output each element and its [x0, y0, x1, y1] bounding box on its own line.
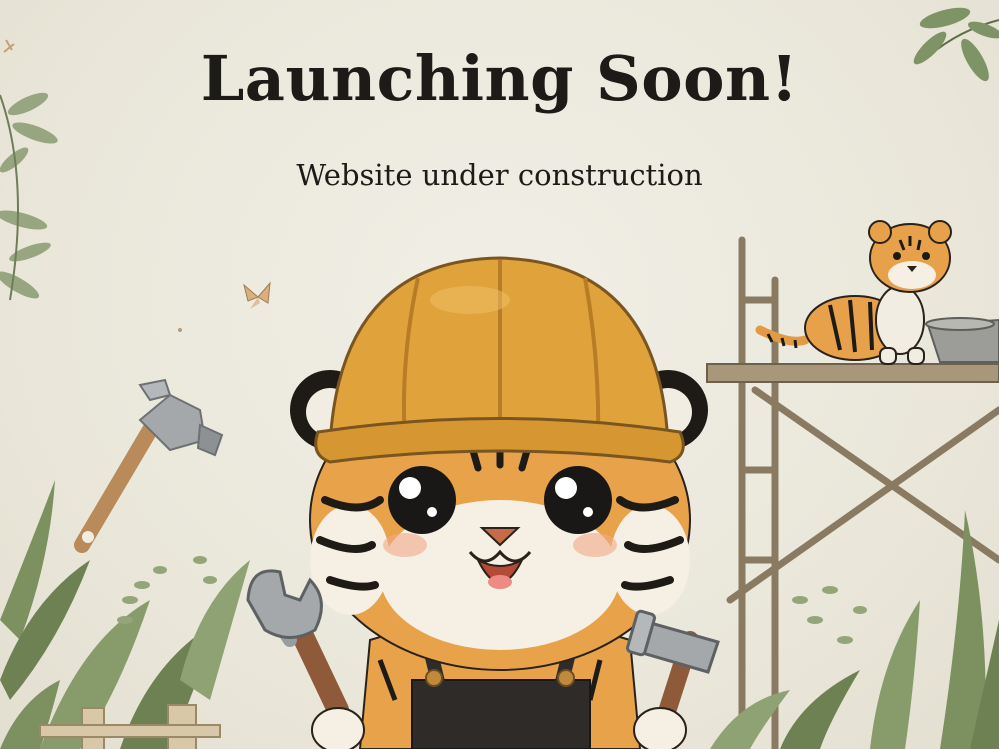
page-title: Launching Soon!: [200, 42, 799, 115]
leaves-bottom-left: [0, 480, 250, 749]
speck: [178, 328, 182, 332]
sprigs-right: [792, 586, 867, 644]
launch-page: Launching Soon! Website under constructi…: [0, 0, 999, 749]
page-subtitle: Website under construction: [296, 158, 703, 192]
hammer-icon: [626, 609, 720, 749]
bowl: [925, 317, 999, 363]
adjustable-wrench-icon: [74, 378, 224, 553]
hard-hat: [314, 256, 685, 464]
leaves-bottom-right: [710, 510, 999, 749]
leaves-left-top: [0, 92, 58, 299]
small-tiger: [755, 220, 952, 365]
butterfly: [243, 281, 271, 309]
scaffold-platform: [706, 363, 999, 383]
